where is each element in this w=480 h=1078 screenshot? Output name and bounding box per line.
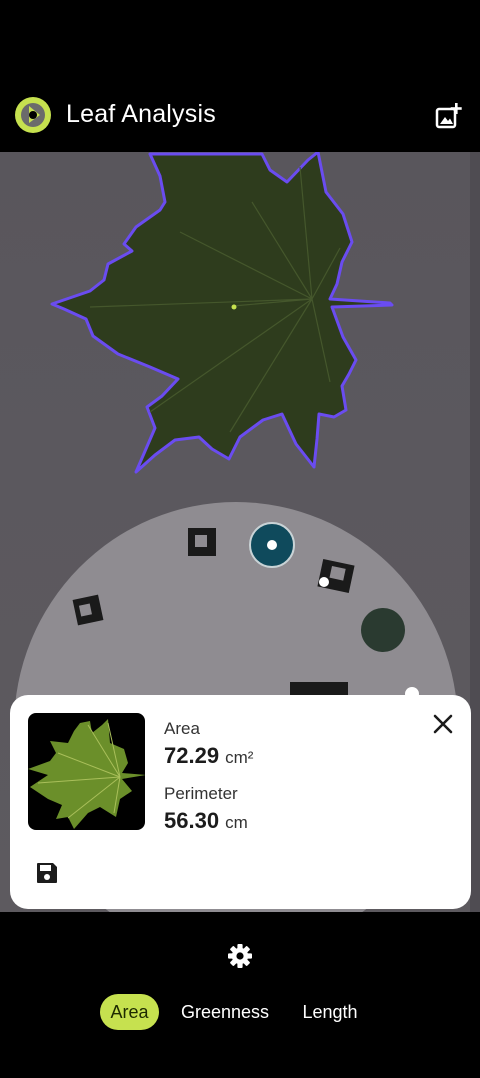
add-photo-icon[interactable] <box>434 102 462 130</box>
gear-icon[interactable] <box>226 942 254 970</box>
perimeter-unit: cm <box>225 813 248 832</box>
tab-area[interactable]: Area <box>100 994 159 1030</box>
app-bar: Leaf Analysis <box>0 80 480 152</box>
close-icon[interactable] <box>430 711 456 737</box>
tab-greenness[interactable]: Greenness <box>170 994 280 1030</box>
bottom-bar: Area Greenness Length <box>0 912 480 1078</box>
result-card: Area 72.29 cm² Perimeter 56.30 cm <box>10 695 471 909</box>
area-value-row: 72.29 cm² <box>164 743 253 769</box>
perimeter-value-row: 56.30 cm <box>164 808 248 834</box>
leaf-contour <box>50 152 394 474</box>
save-icon[interactable] <box>35 861 59 885</box>
area-label: Area <box>164 719 200 738</box>
perimeter-label: Perimeter <box>164 784 238 803</box>
area-unit: cm² <box>225 748 254 767</box>
area-value: 72.29 <box>164 743 220 768</box>
perimeter-value: 56.30 <box>164 808 220 833</box>
status-bar <box>0 0 480 80</box>
leaf-logo-icon <box>15 97 51 133</box>
tab-length[interactable]: Length <box>292 994 368 1030</box>
mode-tabs: Area Greenness Length <box>0 994 480 1030</box>
leaf-thumbnail <box>28 713 145 830</box>
app-title: Leaf Analysis <box>66 100 216 128</box>
